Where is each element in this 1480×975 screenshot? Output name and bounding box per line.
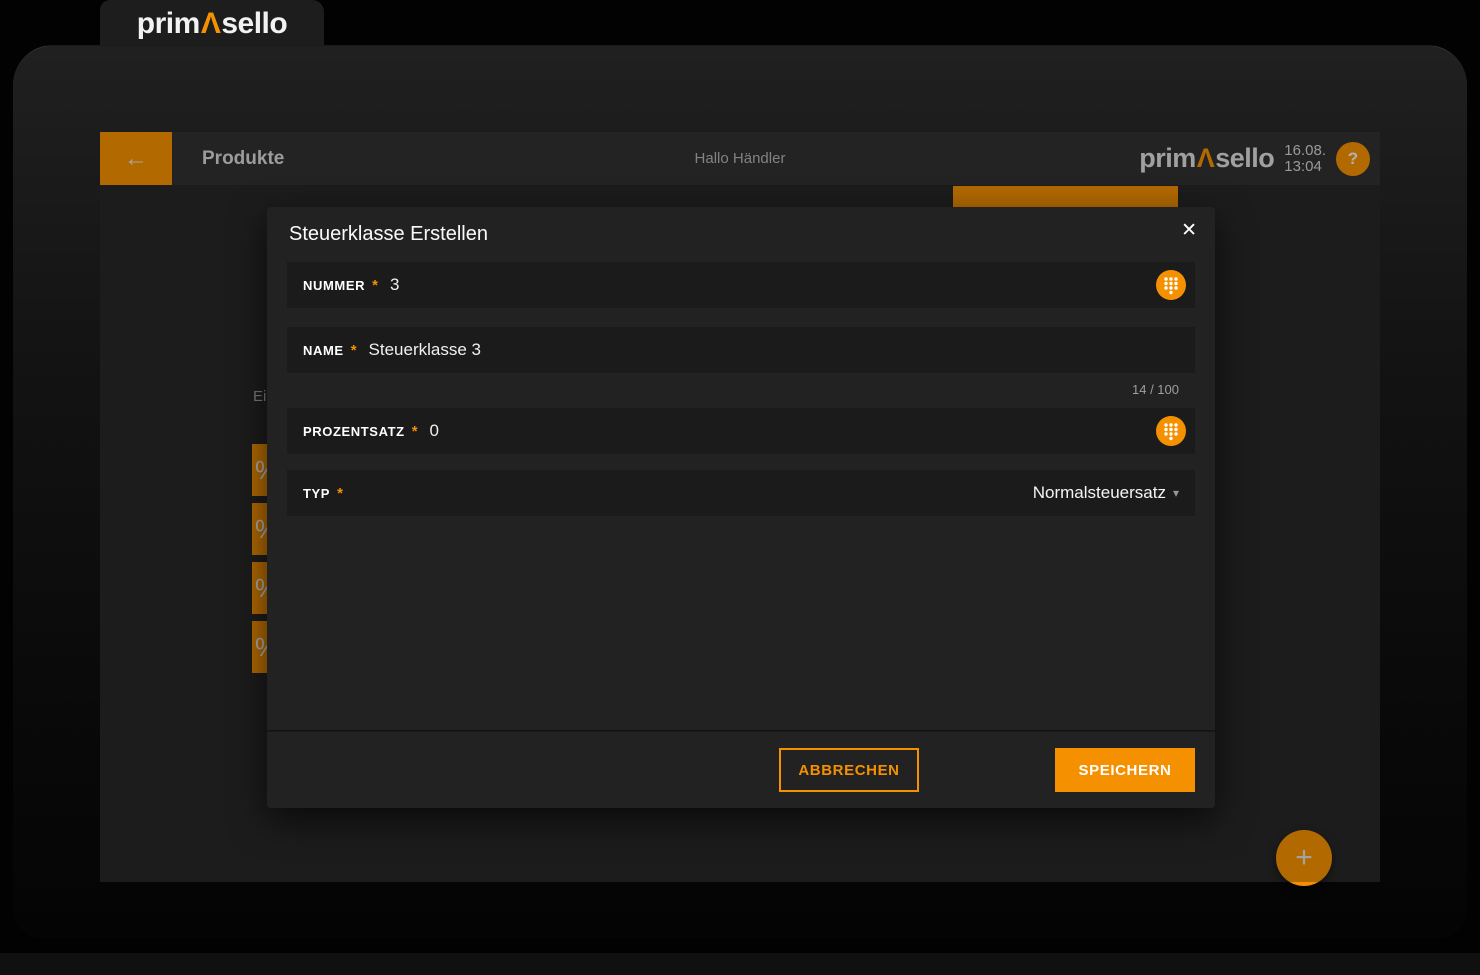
required-asterisk: * (372, 276, 378, 294)
typ-selected-value: Normalsteuersatz ▾ (1033, 483, 1179, 503)
field-label: PROZENTSATZ (303, 423, 405, 439)
close-button[interactable]: ✕ (1181, 221, 1197, 240)
required-asterisk: * (411, 422, 418, 440)
field-label: NUMMER (303, 277, 366, 293)
page-background: primΛsello ← Produkte Hallo Händler prim… (0, 0, 1480, 975)
dialpad-icon (1164, 277, 1178, 295)
field-label: TYP (303, 485, 331, 501)
dialog-footer: ABBRECHEN SPEICHERN (267, 731, 1215, 808)
prozentsatz-value: 0 (429, 421, 440, 440)
numpad-button[interactable] (1156, 270, 1186, 300)
name-field[interactable]: NAME * Steuerklasse 3 (287, 327, 1195, 373)
bottom-edge-strip (0, 953, 1480, 975)
nummer-value: 3 (389, 275, 400, 294)
close-icon: ✕ (1181, 220, 1197, 241)
nummer-field[interactable]: NUMMER * 3 (287, 262, 1195, 308)
create-tax-class-dialog: Steuerklasse Erstellen ✕ NUMMER * 3 NAME… (267, 207, 1215, 808)
required-asterisk: * (350, 341, 357, 359)
prozentsatz-field[interactable]: PROZENTSATZ * 0 (287, 408, 1195, 454)
logo-lambda-icon: Λ (200, 6, 221, 40)
chevron-down-icon: ▾ (1172, 486, 1179, 500)
numpad-button[interactable] (1156, 416, 1186, 446)
primasello-logo: primΛsello (136, 6, 288, 41)
typ-select[interactable]: TYP * Normalsteuersatz ▾ (287, 470, 1195, 516)
dialog-title: Steuerklasse Erstellen (289, 223, 488, 245)
required-asterisk: * (337, 484, 343, 502)
logo-prefix: prim (136, 6, 201, 40)
field-label: NAME (303, 342, 344, 358)
brand-tab: primΛsello (100, 0, 324, 47)
save-button[interactable]: SPEICHERN (1055, 748, 1195, 792)
char-counter: 14 / 100 (1132, 382, 1179, 397)
logo-suffix: sello (221, 6, 288, 40)
name-value: Steuerklasse 3 (368, 340, 481, 359)
cancel-button[interactable]: ABBRECHEN (779, 748, 919, 792)
typ-value-text: Normalsteuersatz (1032, 483, 1166, 502)
dialpad-icon (1164, 423, 1178, 441)
